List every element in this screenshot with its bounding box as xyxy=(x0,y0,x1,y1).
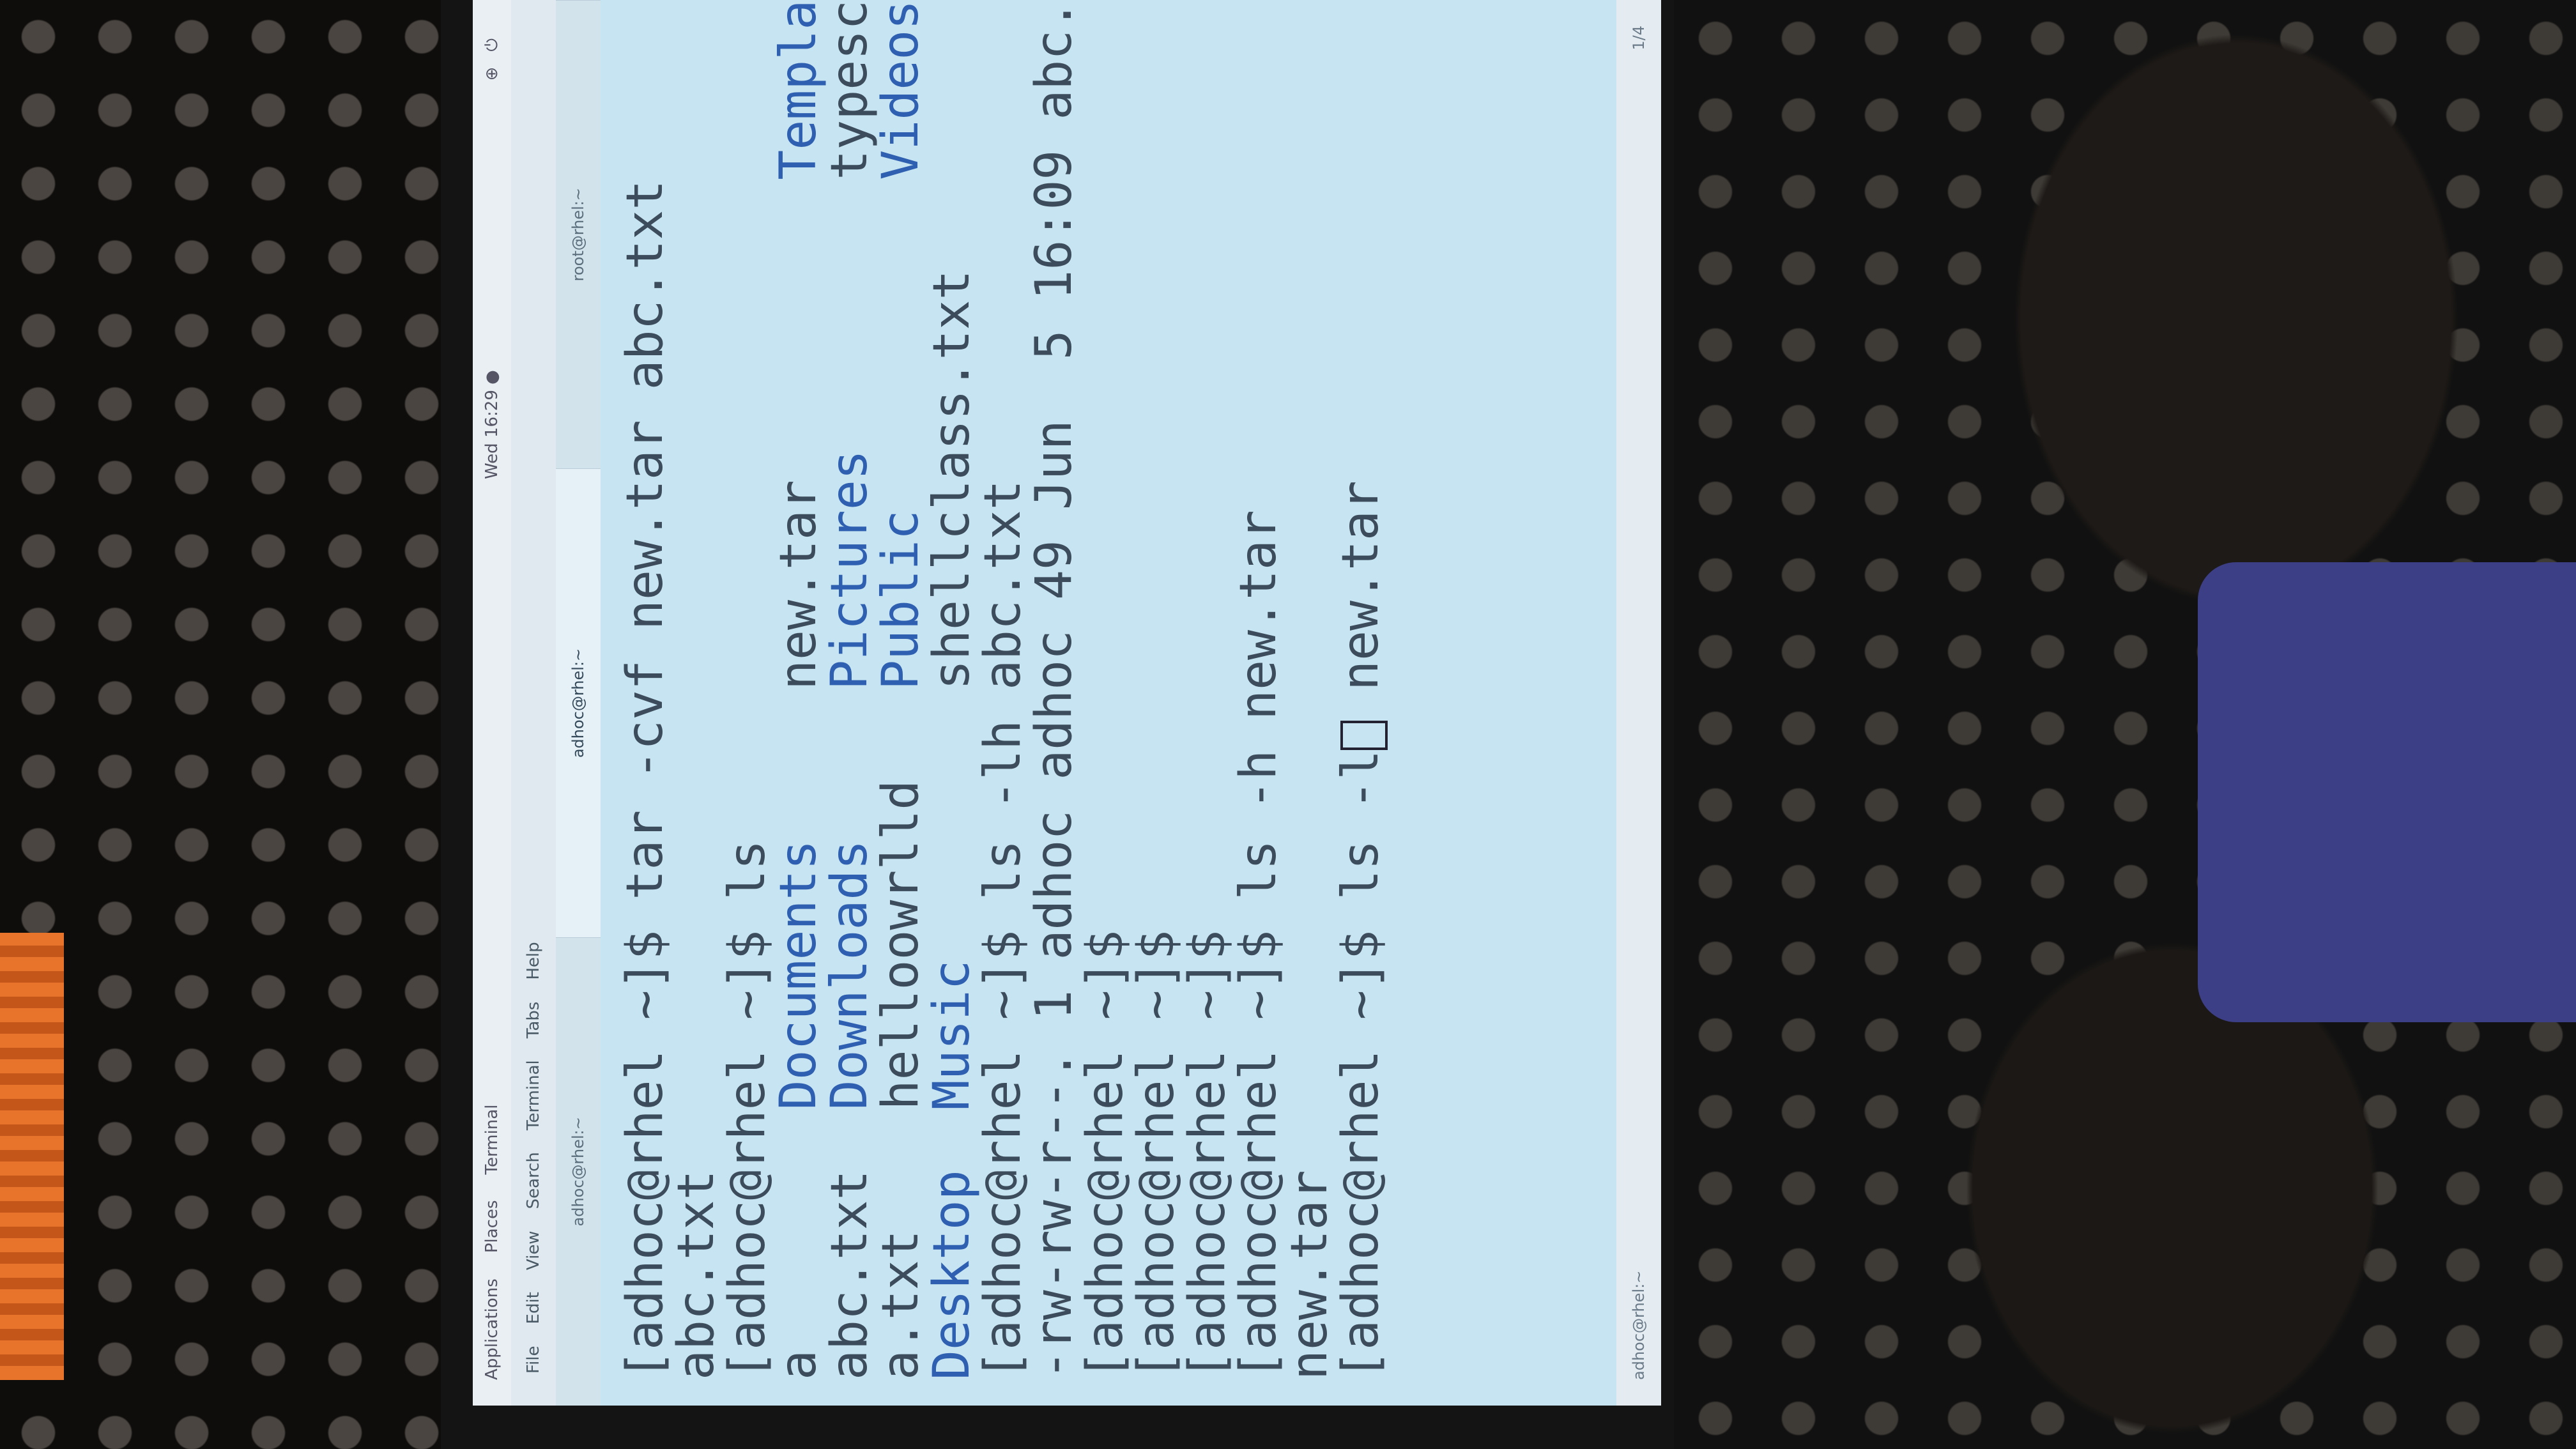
shell-command: ls -h new.tar xyxy=(1230,510,1287,900)
terminal-line: [adhoc@rhel ~]$ ls -l new.tar xyxy=(1332,26,1390,1380)
applications-menu[interactable]: Applications xyxy=(482,1278,502,1380)
workspace-indicator[interactable]: 1/4 xyxy=(1630,26,1648,50)
shell-prompt: [adhoc@rhel ~]$ xyxy=(1077,900,1134,1380)
command-output: new.tar xyxy=(1281,1170,1338,1380)
taskbar-window[interactable]: adhoc@rhel:~ xyxy=(1630,1271,1648,1380)
shell-prompt: [adhoc@rhel ~]$ xyxy=(1230,900,1287,1380)
terminal-line: a.txt helloowrlld Public Videos xyxy=(872,0,930,1380)
shell-prompt: [adhoc@rhel ~]$ xyxy=(974,900,1032,1380)
shell-prompt: [adhoc@rhel ~]$ xyxy=(617,900,674,1380)
terminal-line: [adhoc@rhel ~]$ ls -lh abc.txt xyxy=(974,26,1032,1380)
terminal-line: [adhoc@rhel ~]$ xyxy=(1077,26,1134,1380)
terminal-output[interactable]: [adhoc@rhel ~]$ tar -cvf new.tar abc.txt… xyxy=(613,0,1584,1406)
ls-entry: Templates xyxy=(770,0,827,180)
terminal-menubar: File Edit View Search Terminal Tabs Help xyxy=(511,0,556,1406)
system-tray: ⊕ ⏻ xyxy=(482,38,502,80)
tab-1[interactable]: adhoc@rhel:~ xyxy=(556,468,601,937)
ls-entry: typescript xyxy=(821,0,878,180)
command-output: abc.txt xyxy=(668,1170,725,1380)
tab-2[interactable]: root@rhel:~ xyxy=(556,0,601,469)
terminal-line: [adhoc@rhel ~]$ tar -cvf new.tar abc.txt xyxy=(617,26,674,1380)
ls-entry: Music xyxy=(923,689,981,1110)
ls-entry: abc.txt xyxy=(821,1110,878,1380)
person-shirt xyxy=(2198,562,2576,1022)
network-icon[interactable]: ⊕ xyxy=(482,67,502,81)
menu-view[interactable]: View xyxy=(524,1230,543,1270)
shell-command: ls -lh abc.txt xyxy=(974,480,1032,900)
ls-entry: Desktop xyxy=(923,1110,981,1380)
orange-object xyxy=(0,933,64,1380)
shell-command: ls -l xyxy=(1332,749,1390,900)
shell-prompt: [adhoc@rhel ~]$ xyxy=(1179,900,1236,1380)
shell-command: ls xyxy=(719,839,776,900)
shell-prompt: [adhoc@rhel ~]$ xyxy=(719,900,776,1380)
menu-edit[interactable]: Edit xyxy=(524,1292,543,1324)
clock[interactable]: Wed 16:29 ● xyxy=(482,370,502,479)
menu-terminal[interactable]: Terminal xyxy=(524,1060,543,1130)
desktop: Applications Places Terminal Wed 16:29 ●… xyxy=(473,0,1661,1406)
ls-entry: Videos xyxy=(872,0,930,180)
perforated-background xyxy=(0,0,486,1449)
ls-entry: Pictures xyxy=(821,180,878,690)
terminal-line: a Documents new.tar Templates xyxy=(770,0,827,1380)
terminal-line: -rw-rw-r--. 1 adhoc adhoc 49 Jun 5 16:09… xyxy=(1025,0,1083,1380)
ls-entry: Downloads xyxy=(821,689,878,1110)
terminal-line: [adhoc@rhel ~]$ xyxy=(1128,26,1185,1380)
shell-command: tar -cvf new.tar abc.txt xyxy=(617,180,674,900)
terminal-line: [adhoc@rhel ~]$ xyxy=(1179,26,1236,1380)
terminal-tabs: adhoc@rhel:~ adhoc@rhel:~ root@rhel:~ xyxy=(556,0,601,1406)
ls-entry: Public xyxy=(872,180,930,690)
text-cursor xyxy=(1340,720,1388,750)
tab-0[interactable]: adhoc@rhel:~ xyxy=(556,937,601,1406)
ls-entry: shellclass.txt xyxy=(923,180,981,690)
terminal-line: new.tar xyxy=(1281,26,1338,1380)
ls-entry: a.txt xyxy=(872,1110,930,1380)
taskbar: adhoc@rhel:~ 1/4 xyxy=(1616,0,1661,1406)
power-icon[interactable]: ⏻ xyxy=(482,38,502,52)
top-panel: Applications Places Terminal Wed 16:29 ●… xyxy=(473,0,511,1406)
ls-entry: a xyxy=(770,1110,827,1380)
command-output: -rw-rw-r--. 1 adhoc adhoc 49 Jun 5 16:09… xyxy=(1025,0,1083,1380)
menu-file[interactable]: File xyxy=(524,1346,543,1374)
shell-command-tail: new.tar xyxy=(1332,480,1390,721)
menu-help[interactable]: Help xyxy=(524,942,543,979)
shell-prompt: [adhoc@rhel ~]$ xyxy=(1332,900,1390,1380)
terminal-line: Desktop Music shellclass.txt xyxy=(923,26,981,1380)
ls-entry xyxy=(923,0,981,180)
terminal-line: abc.txt Downloads Pictures typescript xyxy=(821,0,878,1380)
terminal-app-label[interactable]: Terminal xyxy=(482,1105,502,1175)
menu-search[interactable]: Search xyxy=(524,1152,543,1209)
shell-prompt: [adhoc@rhel ~]$ xyxy=(1128,900,1185,1380)
terminal-line: [adhoc@rhel ~]$ ls xyxy=(719,26,776,1380)
ls-entry: helloowrlld xyxy=(872,689,930,1110)
monitor-screen: Applications Places Terminal Wed 16:29 ●… xyxy=(473,0,1661,1406)
ls-entry: new.tar xyxy=(770,180,827,690)
terminal-line: [adhoc@rhel ~]$ ls -h new.tar xyxy=(1230,26,1287,1380)
terminal-line: abc.txt xyxy=(668,26,725,1380)
menu-tabs[interactable]: Tabs xyxy=(524,1002,543,1039)
ls-entry: Documents xyxy=(770,689,827,1110)
places-menu[interactable]: Places xyxy=(482,1200,502,1254)
